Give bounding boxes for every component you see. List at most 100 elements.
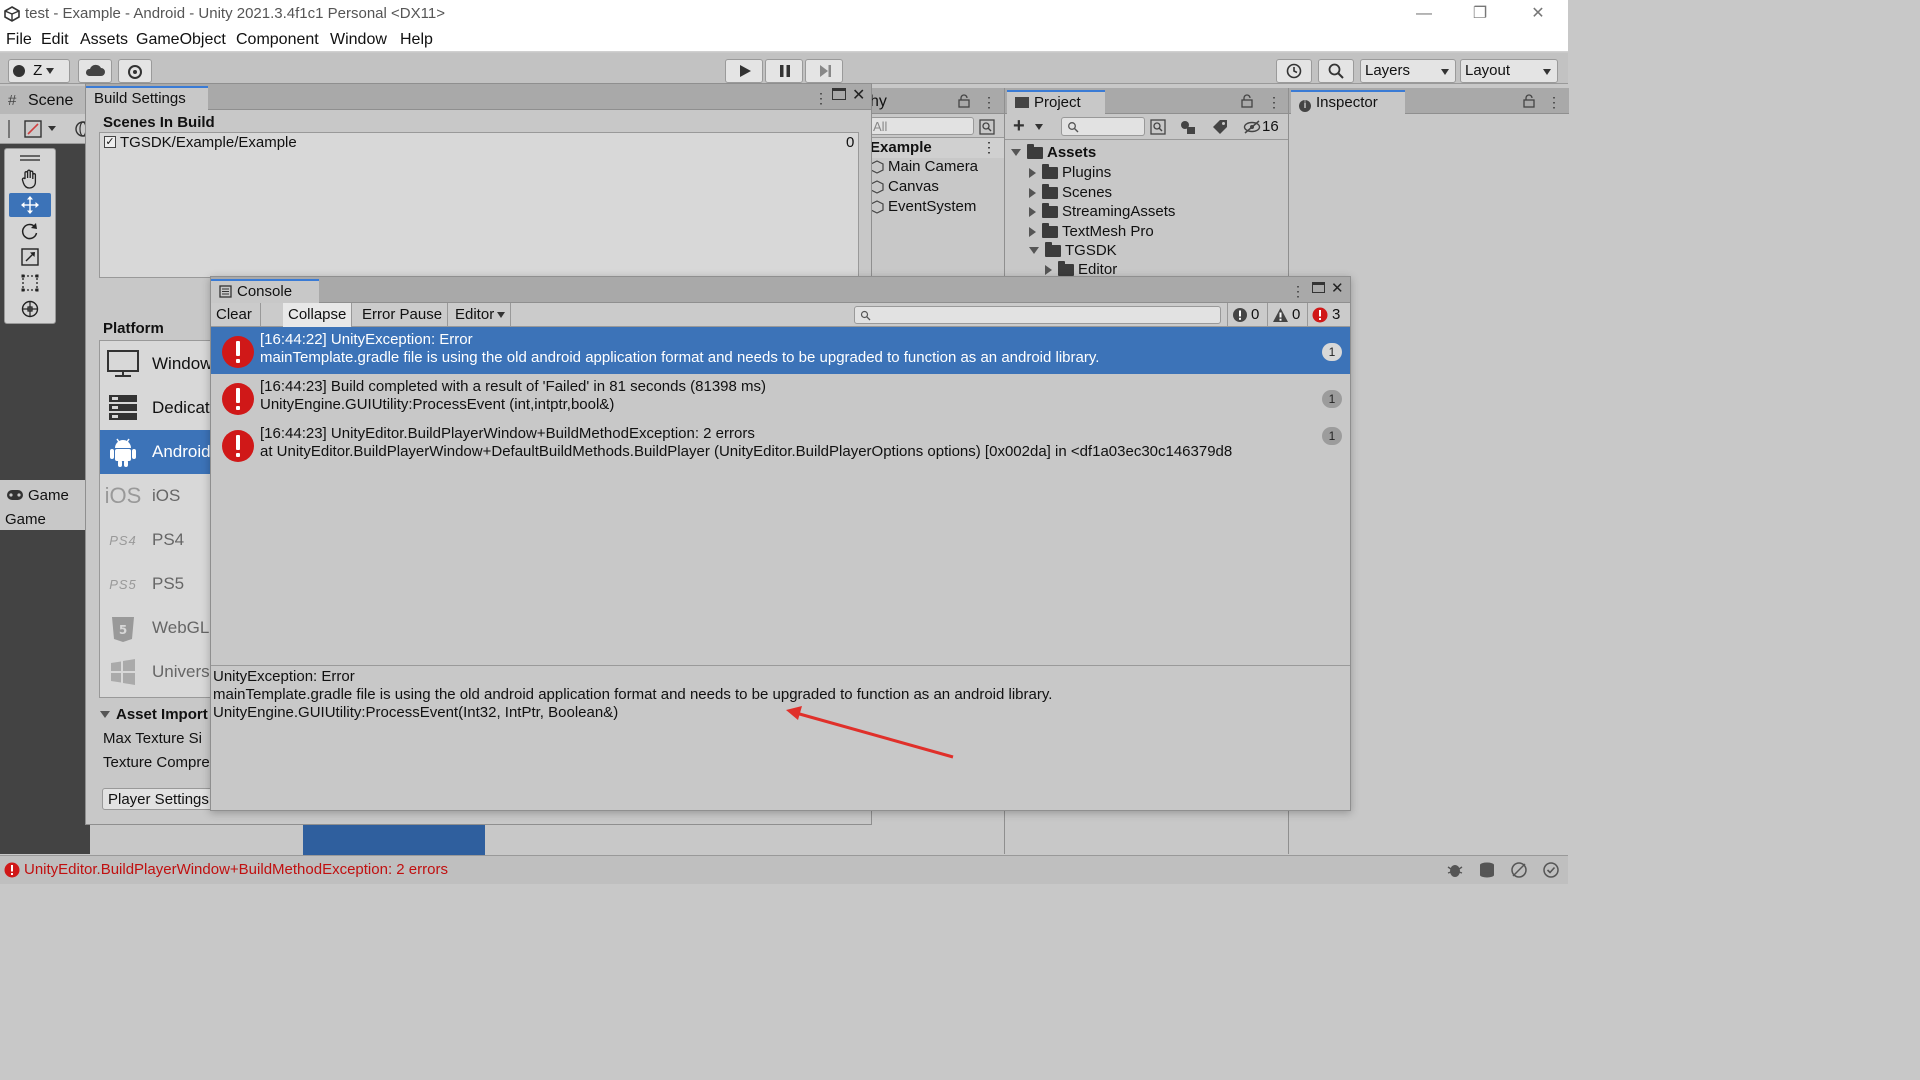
status-message[interactable]: UnityEditor.BuildPlayerWindow+BuildMetho… (24, 861, 448, 878)
history-button[interactable] (1276, 59, 1312, 83)
console-close-icon[interactable]: ✕ (1331, 279, 1344, 297)
transform-tool[interactable] (9, 297, 51, 321)
expand-arrow-icon[interactable] (1029, 247, 1039, 254)
console-maximize-icon[interactable] (1312, 282, 1325, 293)
game-view-dropdown[interactable]: Game (0, 508, 90, 530)
asset-import-foldout[interactable]: Asset Import (100, 706, 208, 723)
hand-tool[interactable] (9, 167, 51, 191)
error-pause-toggle[interactable]: Error Pause (357, 303, 449, 327)
layers-dropdown[interactable]: Layers (1360, 59, 1456, 83)
filter-by-type-icon[interactable] (1179, 118, 1197, 136)
layout-dropdown[interactable]: Layout (1460, 59, 1558, 83)
draw-mode-icon[interactable] (24, 120, 58, 138)
hierarchy-scene-header[interactable]: Example ⋮ (870, 138, 1004, 158)
collapse-toggle[interactable]: Collapse (283, 303, 353, 327)
log-entry[interactable]: [16:44:23] UnityEditor.BuildPlayerWindow… (211, 421, 1350, 468)
project-tab[interactable]: Project (1007, 90, 1105, 114)
project-tree-root[interactable]: Assets (1011, 143, 1096, 161)
rect-tool[interactable] (9, 271, 51, 295)
hierarchy-menu-icon[interactable]: ⋮ (982, 94, 996, 111)
scale-tool[interactable] (9, 245, 51, 269)
hidden-packages-icon[interactable] (1243, 119, 1261, 135)
close-button[interactable]: ✕ (1528, 4, 1548, 24)
console-tab[interactable]: Console (211, 279, 319, 303)
scene-menu-icon[interactable]: ⋮ (982, 139, 996, 156)
build-settings-close-icon[interactable]: ✕ (852, 85, 865, 105)
menu-gameobject[interactable]: GameObject (136, 31, 226, 49)
scene-tab[interactable]: # Scene (0, 86, 90, 114)
gamepad-icon (7, 490, 23, 500)
maximize-icon[interactable] (832, 88, 846, 100)
build-settings-tab[interactable]: Build Settings (86, 86, 208, 110)
editor-dropdown[interactable]: Editor (450, 303, 512, 327)
scene-row[interactable]: ✓ TGSDK/Example/Example 0 (100, 133, 858, 153)
add-dropdown-icon[interactable] (1035, 124, 1043, 130)
search-button[interactable] (1318, 59, 1354, 83)
error-filter-toggle[interactable]: 3 (1307, 303, 1349, 327)
scene-checkbox[interactable]: ✓ (104, 136, 116, 148)
inspector-tab[interactable]: i Inspector (1291, 90, 1405, 114)
info-filter-toggle[interactable]: 0 (1227, 303, 1265, 327)
collapsed-arrow-icon[interactable] (1029, 167, 1036, 178)
project-folder-item[interactable]: StreamingAssets (1029, 202, 1175, 220)
collapsed-arrow-icon[interactable] (1029, 206, 1036, 217)
restore-button[interactable]: ❐ (1470, 4, 1490, 24)
warning-filter-toggle[interactable]: 0 (1267, 303, 1305, 327)
collab-button[interactable] (118, 59, 152, 83)
project-folder-item[interactable]: TextMesh Pro (1029, 222, 1154, 240)
search-by-type-icon[interactable] (1149, 118, 1167, 136)
project-folder-item[interactable]: Scenes (1029, 183, 1112, 201)
lock-icon[interactable] (1523, 94, 1535, 108)
console-menu-icon[interactable]: ⋮ (1291, 283, 1305, 300)
hierarchy-item[interactable]: Main Camera (870, 158, 978, 175)
project-folder-item[interactable]: Plugins (1029, 163, 1111, 181)
rotate-tool[interactable] (9, 219, 51, 243)
project-folder-item[interactable]: TGSDK (1029, 241, 1117, 259)
step-button[interactable] (805, 59, 843, 83)
project-search-input[interactable] (1061, 117, 1145, 136)
cloud-button[interactable] (78, 59, 112, 83)
hierarchy-item[interactable]: Canvas (870, 178, 939, 195)
bug-icon[interactable] (1446, 861, 1464, 879)
scene-filter-icon[interactable] (978, 118, 996, 136)
hierarchy-search-input[interactable]: All (870, 117, 974, 135)
log-entry[interactable]: [16:44:22] UnityException: Error mainTem… (211, 327, 1350, 374)
auto-generate-lighting-icon[interactable] (1510, 861, 1528, 879)
hierarchy-item[interactable]: EventSystem (870, 198, 976, 215)
scenes-in-build-list[interactable]: ✓ TGSDK/Example/Example 0 (99, 132, 859, 278)
menu-assets[interactable]: Assets (80, 31, 128, 49)
menu-help[interactable]: Help (400, 31, 433, 49)
cache-server-icon[interactable] (1478, 861, 1496, 879)
lock-icon[interactable] (1241, 94, 1253, 108)
game-tab[interactable]: Game (0, 482, 90, 508)
console-search-input[interactable] (854, 306, 1221, 324)
expand-arrow-icon[interactable] (1011, 149, 1021, 156)
palette-handle[interactable] (9, 151, 51, 165)
menu-edit[interactable]: Edit (41, 31, 69, 49)
log-entry[interactable]: [16:44:23] Build completed with a result… (211, 374, 1350, 421)
minimize-button[interactable]: — (1414, 4, 1434, 24)
lock-icon[interactable] (958, 94, 970, 108)
pause-button[interactable] (765, 59, 803, 83)
build-settings-menu-icon[interactable]: ⋮ (814, 90, 828, 107)
info-icon: i (1299, 100, 1311, 112)
account-button[interactable]: Z (8, 59, 70, 83)
foldout-arrow-icon[interactable] (100, 711, 110, 718)
collapsed-arrow-icon[interactable] (1045, 264, 1052, 275)
menu-file[interactable]: File (6, 31, 32, 49)
inspector-menu-icon[interactable]: ⋮ (1547, 94, 1561, 111)
move-tool[interactable] (9, 193, 51, 217)
history-icon (1286, 63, 1302, 79)
menu-window[interactable]: Window (330, 31, 387, 49)
play-button[interactable] (725, 59, 763, 83)
label-tag-icon[interactable] (1211, 118, 1229, 136)
clear-button[interactable]: Clear (211, 303, 261, 342)
menu-component[interactable]: Component (236, 31, 319, 49)
console-log-list[interactable]: [16:44:22] UnityException: Error mainTem… (211, 327, 1350, 665)
project-menu-icon[interactable]: ⋮ (1267, 94, 1281, 111)
collapsed-arrow-icon[interactable] (1029, 187, 1036, 198)
hierarchy-tab-label[interactable]: hy (870, 93, 887, 111)
collapsed-arrow-icon[interactable] (1029, 226, 1036, 237)
progress-check-icon[interactable] (1542, 861, 1560, 879)
add-icon[interactable]: + (1013, 115, 1025, 138)
